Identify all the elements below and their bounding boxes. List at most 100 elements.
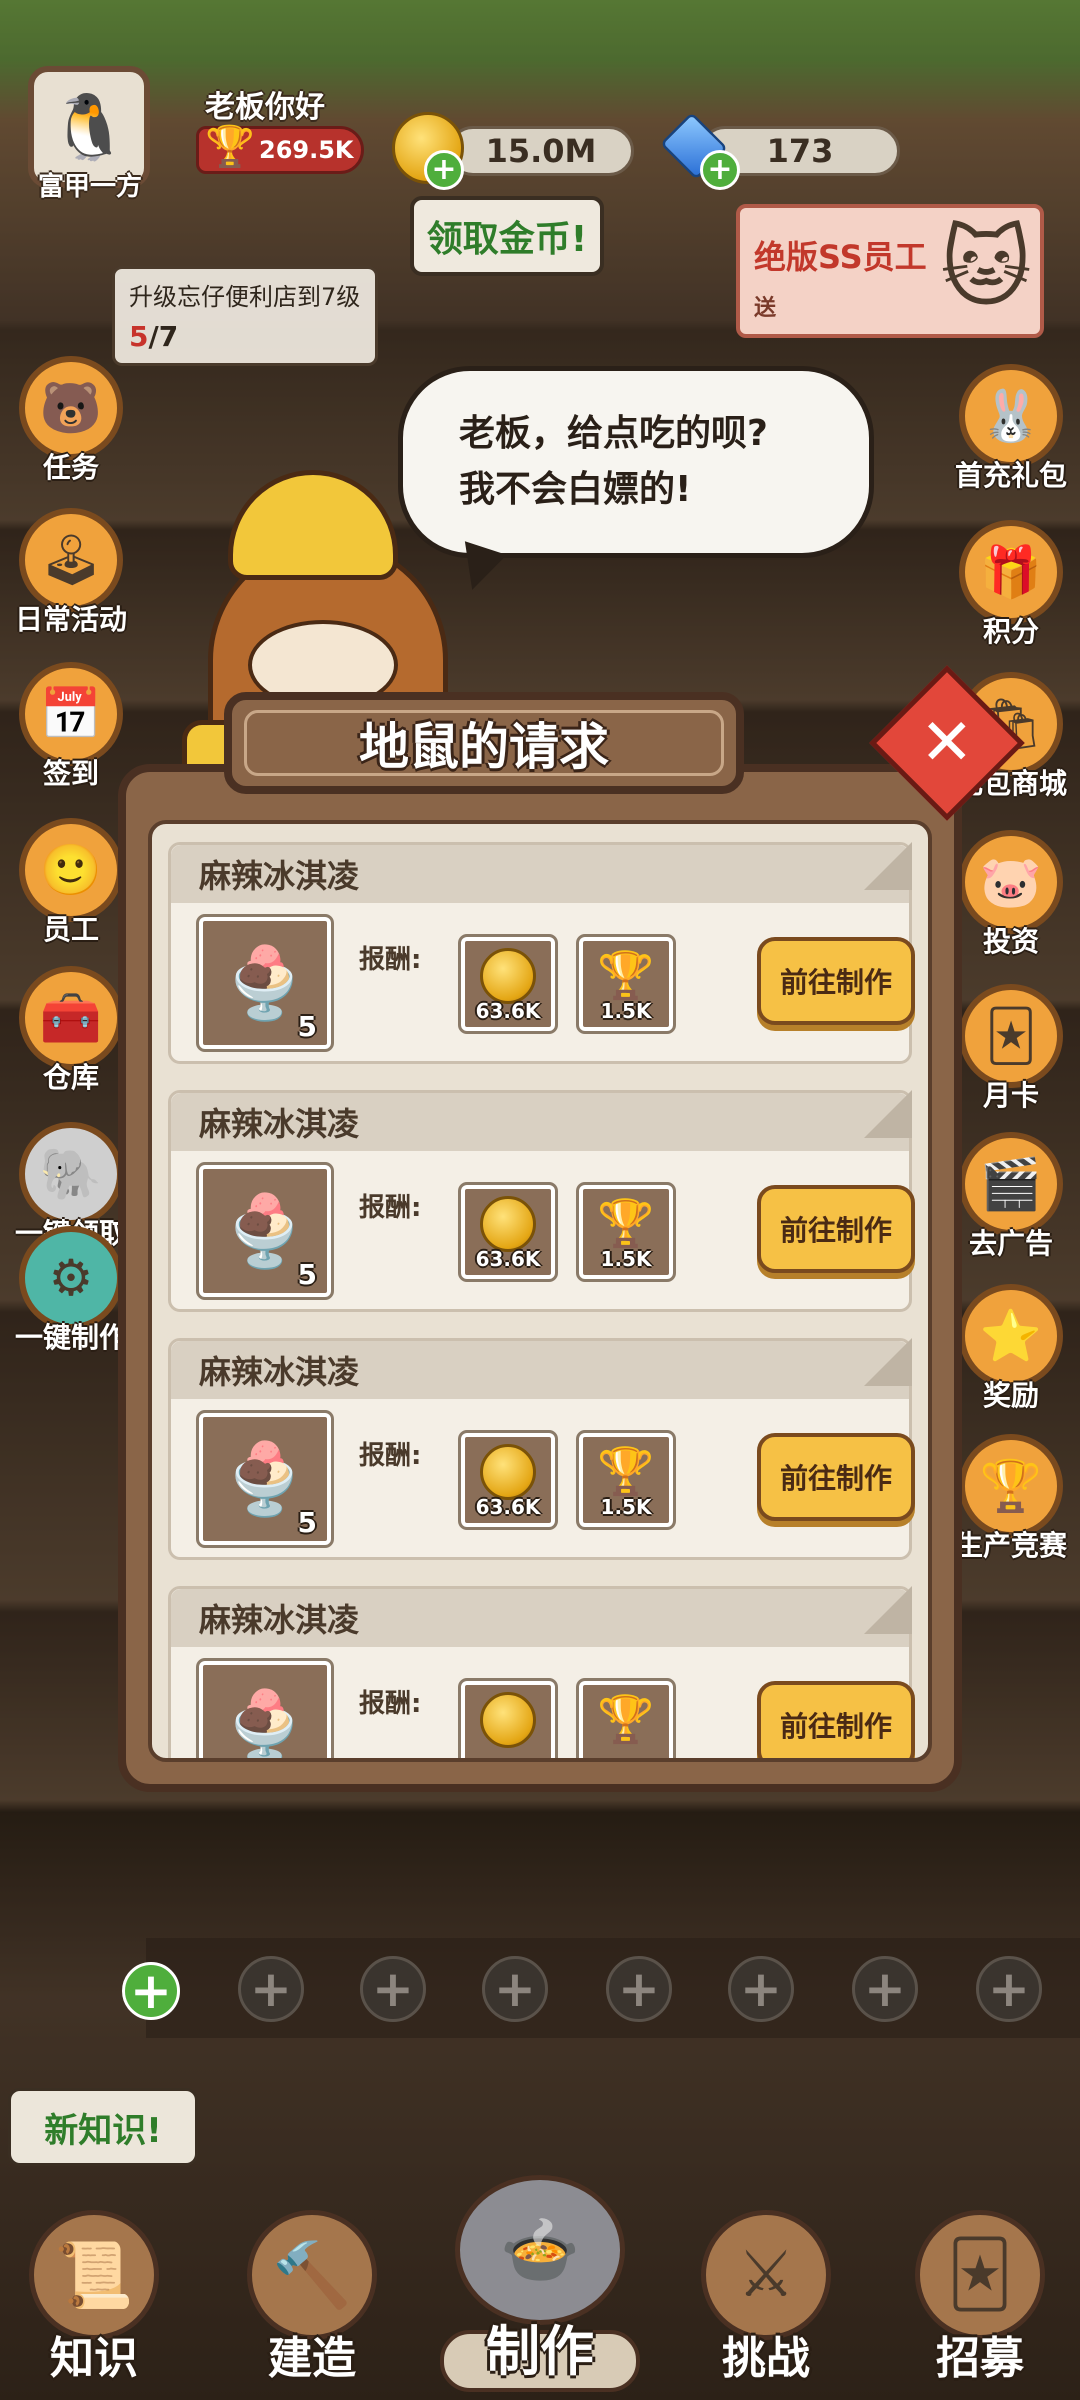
side-button-first-recharge[interactable]: 🐰 首充礼包 bbox=[952, 364, 1070, 494]
request-item-slot[interactable]: 🍨 5 bbox=[196, 914, 334, 1052]
request-item-slot[interactable]: 🍨 5 bbox=[196, 1162, 334, 1300]
side-button-monthly-card[interactable]: 🃏 月卡 bbox=[952, 984, 1070, 1114]
side-button-production-contest[interactable]: 🏆 生产竞赛 bbox=[952, 1434, 1070, 1564]
dialog-title: 地鼠的请求 bbox=[224, 692, 744, 794]
collect-coins-button[interactable]: 领取金币! bbox=[410, 196, 604, 276]
request-item-name: 麻辣冰淇凌 bbox=[171, 842, 912, 903]
side-button-checkin[interactable]: 📅 签到 bbox=[12, 662, 130, 792]
player-name: 富甲一方 bbox=[37, 172, 142, 202]
trophy-reward: 🏆 1.5K bbox=[576, 934, 676, 1034]
trophy-value: 269.5K bbox=[259, 136, 354, 164]
piggy-bank-icon: 🐷 bbox=[959, 830, 1063, 934]
ice-cream-icon: 🍨 bbox=[221, 941, 309, 1024]
request-item-name: 麻辣冰淇凌 bbox=[171, 1586, 912, 1647]
request-card: 麻辣冰淇凌 🍨 5 报酬: 63.6K 🏆 1.5K 前往制作 bbox=[168, 1090, 915, 1312]
crossed-swords-icon: ⚔ bbox=[701, 2210, 831, 2340]
request-item-slot[interactable]: 🍨 5 bbox=[196, 1410, 334, 1548]
request-card: 麻辣冰淇凌 🍨 5 报酬: 63.6K 🏆 1.5K 前往制作 bbox=[168, 1338, 915, 1560]
hammer-icon: 🔨 bbox=[247, 2210, 377, 2340]
nav-label: 建造 bbox=[268, 2333, 356, 2384]
nav-tab-build[interactable]: 🔨 建造 bbox=[212, 2210, 412, 2386]
trophy-icon: 🏆 bbox=[597, 1691, 655, 1746]
coin-reward-value: 63.6K bbox=[475, 1495, 541, 1519]
coin-counter[interactable]: 15.0M bbox=[448, 126, 634, 176]
side-label: 签到 bbox=[42, 757, 99, 790]
upgrade-task-progress: 5/7 bbox=[129, 320, 179, 353]
go-craft-button[interactable]: 前往制作 bbox=[757, 1185, 915, 1273]
greeting-text: 老板你好 bbox=[205, 90, 325, 125]
side-button-remove-ads[interactable]: 🎬 去广告 bbox=[952, 1132, 1070, 1262]
nav-tab-recruit[interactable]: 🃏 招募 bbox=[880, 2210, 1080, 2386]
ss-employee-promo-banner[interactable]: 绝版SS员工 送 🐱 bbox=[736, 204, 1044, 338]
request-item-slot[interactable]: 🍨 bbox=[196, 1658, 334, 1762]
go-craft-button[interactable]: 前往制作 bbox=[757, 1433, 915, 1521]
trophy-icon: 🏆 bbox=[597, 947, 655, 1002]
side-button-warehouse[interactable]: 🧰 仓库 bbox=[12, 966, 130, 1096]
nav-tab-craft[interactable]: 🍲 制作 bbox=[440, 2175, 640, 2386]
trophy-counter[interactable]: 🏆 269.5K bbox=[196, 124, 364, 174]
trophy-icon: 🏆 bbox=[597, 1195, 655, 1250]
upgrade-task-tracker[interactable]: 升级忘仔便利店到7级 5/7 bbox=[112, 266, 378, 366]
locked-slot-plus-icon[interactable]: + bbox=[852, 1956, 918, 2022]
add-worker-slot-button[interactable]: + bbox=[122, 1962, 180, 2020]
speech-bubble: 老板，给点吃的呗? 我不会白嫖的! bbox=[398, 366, 874, 558]
bear-icon: 🐻 bbox=[19, 356, 123, 460]
recruit-cards-icon: 🃏 bbox=[915, 2210, 1045, 2340]
side-button-rewards[interactable]: ⭐ 奖励 bbox=[952, 1284, 1070, 1414]
side-label: 月卡 bbox=[982, 1079, 1039, 1112]
locked-slot-plus-icon[interactable]: + bbox=[976, 1956, 1042, 2022]
hard-hat-icon bbox=[228, 470, 398, 580]
side-button-tasks[interactable]: 🐻 任务 bbox=[12, 356, 130, 486]
side-label: 一键制作 bbox=[14, 1321, 127, 1354]
coin-reward: 63.6K bbox=[458, 1430, 558, 1530]
gem-value: 173 bbox=[766, 132, 834, 170]
locked-slot-plus-icon[interactable]: + bbox=[482, 1956, 548, 2022]
promo-subtitle: 送 bbox=[754, 296, 777, 321]
arcade-icon: 🕹 bbox=[19, 508, 123, 612]
side-label: 仓库 bbox=[42, 1061, 99, 1094]
side-label: 投资 bbox=[982, 925, 1039, 958]
request-list-viewport[interactable]: 麻辣冰淇凌 🍨 5 报酬: 63.6K 🏆 1.5K 前往制作 麻辣冰淇凌 🍨 … bbox=[148, 820, 932, 1762]
go-craft-button[interactable]: 前往制作 bbox=[757, 937, 915, 1025]
card-icon: 🃏 bbox=[959, 984, 1063, 1088]
request-card: 麻辣冰淇凌 🍨 报酬: 🏆 前往制作 bbox=[168, 1586, 915, 1762]
side-button-invest[interactable]: 🐷 投资 bbox=[952, 830, 1070, 960]
toolbox-icon: 🧰 bbox=[19, 966, 123, 1070]
locked-slot-plus-icon[interactable]: + bbox=[238, 1956, 304, 2022]
new-knowledge-hint[interactable]: 新知识! bbox=[8, 2088, 198, 2166]
add-coins-icon[interactable]: + bbox=[424, 150, 464, 190]
coin-icon bbox=[480, 1444, 536, 1500]
coin-reward: 63.6K bbox=[458, 934, 558, 1034]
star-icon: ⭐ bbox=[959, 1284, 1063, 1388]
bottom-nav: 📜 知识 🔨 建造 🍲 制作 ⚔ 挑战 🃏 招募 bbox=[0, 2175, 1080, 2400]
clapper-icon: 🎬 bbox=[959, 1132, 1063, 1236]
nav-label: 知识 bbox=[50, 2333, 138, 2384]
coin-reward-value: 63.6K bbox=[475, 1247, 541, 1271]
go-craft-button[interactable]: 前往制作 bbox=[757, 1681, 915, 1758]
elephant-icon: 🐘 bbox=[19, 1122, 123, 1226]
locked-slot-plus-icon[interactable]: + bbox=[606, 1956, 672, 2022]
nav-label: 挑战 bbox=[722, 2333, 810, 2384]
side-button-points[interactable]: 🎁 积分 bbox=[952, 520, 1070, 650]
speech-line-2: 我不会白嫖的! bbox=[459, 469, 692, 510]
staff-face-icon: 🙂 bbox=[19, 818, 123, 922]
nav-label: 招募 bbox=[936, 2333, 1024, 2384]
nurse-cat-icon: 🐱 bbox=[940, 216, 1032, 319]
locked-slot-plus-icon[interactable]: + bbox=[360, 1956, 426, 2022]
reward-label: 报酬: bbox=[359, 1193, 422, 1223]
trophy-reward-value: 1.5K bbox=[600, 999, 652, 1023]
side-button-daily-events[interactable]: 🕹 日常活动 bbox=[12, 508, 130, 638]
nav-tab-knowledge[interactable]: 📜 知识 bbox=[0, 2210, 194, 2386]
side-button-staff[interactable]: 🙂 员工 bbox=[12, 818, 130, 948]
side-button-make-all[interactable]: ⚙ 一键制作 bbox=[12, 1226, 130, 1356]
upgrade-task-text: 升级忘仔便利店到7级 bbox=[129, 283, 361, 311]
trophy-icon: 🏆 bbox=[205, 124, 255, 170]
locked-slot-plus-icon[interactable]: + bbox=[728, 1956, 794, 2022]
trophy-reward: 🏆 1.5K bbox=[576, 1430, 676, 1530]
ice-cream-icon: 🍨 bbox=[221, 1685, 309, 1762]
dialog-title-frame bbox=[244, 710, 724, 776]
add-gems-icon[interactable]: + bbox=[700, 150, 740, 190]
reward-label: 报酬: bbox=[359, 1441, 422, 1471]
nav-tab-challenge[interactable]: ⚔ 挑战 bbox=[666, 2210, 866, 2386]
reward-label: 报酬: bbox=[359, 1689, 422, 1719]
